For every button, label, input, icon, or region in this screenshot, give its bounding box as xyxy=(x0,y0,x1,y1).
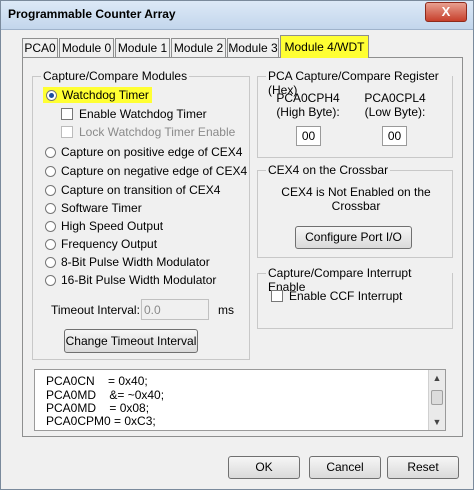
tab-label: Module 1 xyxy=(117,41,168,55)
enable-watchdog-checkbox[interactable]: Enable Watchdog Timer xyxy=(61,106,207,122)
tab-pca0[interactable]: PCA0 xyxy=(22,38,58,57)
high-byte-value: 00 xyxy=(301,129,316,143)
highlight: Watchdog Timer xyxy=(43,87,152,103)
checkbox-icon xyxy=(61,126,73,138)
tab-label: PCA0 xyxy=(24,41,56,55)
code-line: PCA0CN = 0x40; xyxy=(46,374,148,388)
radio-label: Capture on transition of CEX4 xyxy=(61,183,221,197)
radio-8bit-pwm[interactable]: 8-Bit Pulse Width Modulator xyxy=(45,254,210,270)
ok-button[interactable]: OK xyxy=(228,456,300,479)
reset-button[interactable]: Reset xyxy=(387,456,459,479)
button-label: Reset xyxy=(407,460,439,474)
enable-ccf-checkbox[interactable]: Enable CCF Interrupt xyxy=(271,288,402,304)
radio-icon xyxy=(45,184,56,196)
code-line: PCA0MD = 0x08; xyxy=(46,401,150,415)
capture-compare-modules-group: Capture/Compare Modules Watchdog Timer E… xyxy=(32,69,250,360)
lock-watchdog-checkbox[interactable]: Lock Watchdog Timer Enable xyxy=(61,124,235,140)
checkbox-label: Lock Watchdog Timer Enable xyxy=(79,125,236,139)
group-label: Capture/Compare Modules xyxy=(41,69,190,83)
scroll-thumb[interactable] xyxy=(431,390,443,405)
radio-capture-positive[interactable]: Capture on positive edge of CEX4 xyxy=(45,144,242,160)
status-line2: Crossbar xyxy=(331,199,381,213)
low-label-line2: (Low Byte): xyxy=(364,105,426,119)
tab-module-1[interactable]: Module 1 xyxy=(115,38,170,57)
group-label: CEX4 on the Crossbar xyxy=(266,163,391,177)
code-line: PCA0MD &= ~0x40; xyxy=(46,388,165,402)
configure-port-io-button[interactable]: Configure Port I/O xyxy=(295,226,412,249)
radio-selected-icon xyxy=(46,89,57,101)
tab-module-4-wdt[interactable]: Module 4/WDT xyxy=(280,35,369,58)
cancel-button[interactable]: Cancel xyxy=(309,456,381,479)
high-label-line1: PCA0CPH4 xyxy=(276,91,340,105)
high-label-line2: (High Byte): xyxy=(276,105,340,119)
radio-icon xyxy=(45,220,56,232)
low-byte-label: PCA0CPL4 (Low Byte): xyxy=(359,91,431,119)
radio-high-speed-output[interactable]: High Speed Output xyxy=(45,218,163,234)
change-timeout-button[interactable]: Change Timeout Interval xyxy=(64,329,198,353)
register-group: PCA Capture/Compare Register (Hex) PCA0C… xyxy=(257,69,453,158)
radio-software-timer[interactable]: Software Timer xyxy=(45,200,142,216)
low-byte-value: 00 xyxy=(387,129,402,143)
radio-label: Frequency Output xyxy=(61,237,158,251)
scroll-up-icon[interactable]: ▲ xyxy=(429,370,445,386)
high-byte-label: PCA0CPH4 (High Byte): xyxy=(272,91,344,119)
radio-16bit-pwm[interactable]: 16-Bit Pulse Width Modulator xyxy=(45,272,216,288)
low-label-line1: PCA0CPL4 xyxy=(364,91,426,105)
radio-label: Capture on positive edge of CEX4 xyxy=(61,145,243,159)
low-byte-input[interactable]: 00 xyxy=(382,126,407,146)
radio-capture-transition[interactable]: Capture on transition of CEX4 xyxy=(45,182,220,198)
close-button[interactable]: X xyxy=(425,2,467,22)
radio-icon xyxy=(45,274,56,286)
interrupt-group: Capture/Compare Interrupt Enable Enable … xyxy=(257,266,453,329)
checkbox-icon xyxy=(61,108,73,120)
title-bar[interactable]: Programmable Counter Array X xyxy=(1,1,473,30)
window-title: Programmable Counter Array xyxy=(8,7,176,21)
radio-label: Capture on negative edge of CEX4 xyxy=(61,164,248,178)
scroll-down-icon[interactable]: ▼ xyxy=(429,414,445,430)
radio-icon xyxy=(45,146,56,158)
radio-watchdog-timer[interactable]: Watchdog Timer xyxy=(43,87,152,103)
timeout-unit: ms xyxy=(218,303,234,317)
checkbox-label: Enable Watchdog Timer xyxy=(79,107,207,121)
tab-module-0[interactable]: Module 0 xyxy=(59,38,114,57)
radio-label: 16-Bit Pulse Width Modulator xyxy=(61,273,217,287)
radio-label: High Speed Output xyxy=(61,219,164,233)
radio-icon xyxy=(45,238,56,250)
tab-label: Module 0 xyxy=(61,41,112,55)
tab-module-3[interactable]: Module 3 xyxy=(227,38,279,57)
crossbar-status: CEX4 is Not Enabled on the Crossbar xyxy=(262,185,450,213)
radio-label: 8-Bit Pulse Width Modulator xyxy=(61,255,210,269)
radio-label: Watchdog Timer xyxy=(62,88,149,102)
radio-icon xyxy=(45,256,56,268)
checkbox-label: Enable CCF Interrupt xyxy=(289,289,403,303)
checkbox-icon xyxy=(271,290,283,302)
code-scrollbar[interactable]: ▲ ▼ xyxy=(428,370,445,430)
radio-frequency-output[interactable]: Frequency Output xyxy=(45,236,157,252)
dialog-window: Programmable Counter Array X PCA0 Module… xyxy=(0,0,474,490)
button-label: Cancel xyxy=(326,460,364,474)
button-label: OK xyxy=(255,460,273,474)
code-preview[interactable]: PCA0CN = 0x40; PCA0MD &= ~0x40; PCA0MD =… xyxy=(34,369,446,431)
crossbar-group: CEX4 on the Crossbar CEX4 is Not Enabled… xyxy=(257,163,453,258)
high-byte-input[interactable]: 00 xyxy=(296,126,321,146)
radio-icon xyxy=(45,202,56,214)
timeout-input[interactable]: 0.0 xyxy=(141,299,209,320)
timeout-value: 0.0 xyxy=(144,303,161,317)
code-line: PCA0CPM0 = 0xC3; xyxy=(46,414,156,428)
tab-label: Module 2 xyxy=(173,41,224,55)
timeout-label: Timeout Interval: xyxy=(51,303,140,317)
close-icon: X xyxy=(441,4,451,19)
tab-label: Module 3 xyxy=(228,41,278,55)
radio-label: Software Timer xyxy=(61,201,142,215)
radio-icon xyxy=(45,165,56,177)
tab-label: Module 4/WDT xyxy=(284,40,365,54)
tab-module-2[interactable]: Module 2 xyxy=(171,38,226,57)
status-line1: CEX4 is Not Enabled on the xyxy=(281,185,431,199)
button-label: Change Timeout Interval xyxy=(65,334,197,348)
radio-capture-negative[interactable]: Capture on negative edge of CEX4 xyxy=(45,163,247,179)
button-label: Configure Port I/O xyxy=(305,230,402,244)
